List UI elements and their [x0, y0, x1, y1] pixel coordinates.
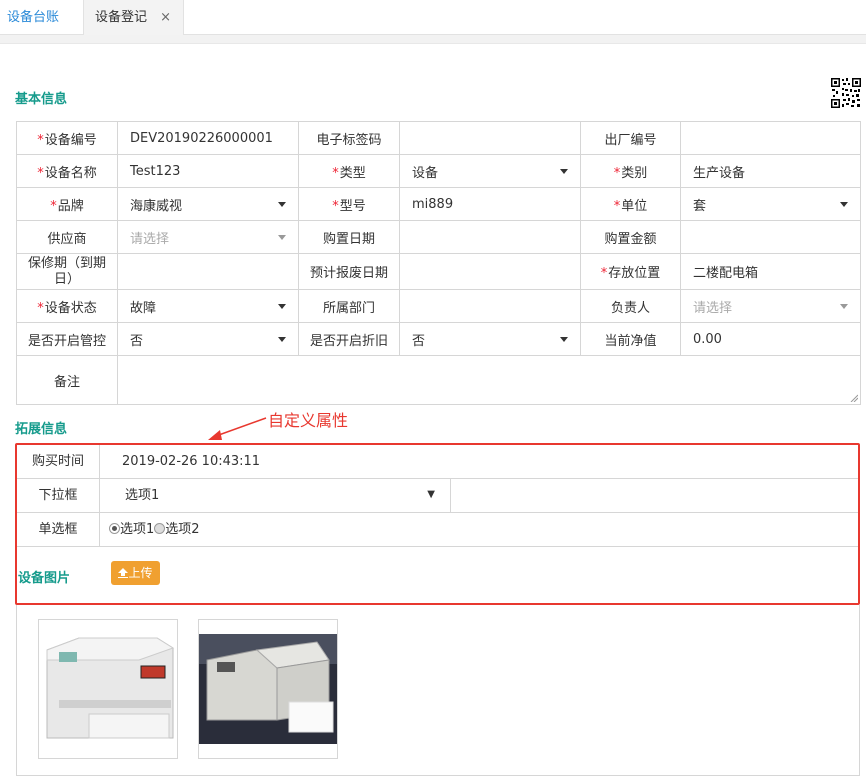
category-field[interactable]: 生产设备 [680, 154, 861, 188]
chevron-down-icon [560, 337, 568, 342]
tab-content-divider [0, 35, 866, 44]
table-row: 是否开启管控 否 是否开启折旧 否 当前净值 0.00 [16, 322, 861, 356]
printer-image [39, 620, 177, 758]
radio-label: 单选框 [17, 513, 100, 546]
image-label: 设备图片 [18, 571, 71, 586]
table-row: *设备名称 Test123 *类型 设备 *类别 生产设备 [16, 154, 861, 188]
qr-code-icon[interactable] [830, 77, 862, 109]
rfid-label: 电子标签码 [298, 121, 400, 155]
owner-label: 负责人 [580, 289, 681, 323]
resize-handle-icon[interactable] [850, 394, 858, 402]
brand-label: *品牌 [16, 187, 118, 221]
warranty-label: 保修期（到期日） [16, 253, 118, 290]
device-image-1[interactable] [38, 619, 178, 759]
supplier-select[interactable]: 请选择 [117, 220, 299, 254]
upload-button[interactable]: 上传 [111, 561, 160, 585]
radio-icon[interactable] [109, 523, 120, 534]
table-row: *设备编号 DEV20190226000001 电子标签码 出厂编号 [16, 121, 861, 155]
scrap-date-label: 预计报废日期 [298, 253, 400, 290]
table-row: *品牌 海康威视 *型号 mi889 *单位 套 [16, 187, 861, 221]
asset-no-field[interactable]: DEV20190226000001 [117, 121, 299, 155]
section-title-extended: 拓展信息 [15, 422, 68, 437]
department-field[interactable] [399, 289, 581, 323]
net-value-field[interactable]: 0.00 [680, 322, 861, 356]
buy-time-field[interactable]: 2019-02-26 10:43:11 [122, 445, 260, 478]
purchase-date-label: 购置日期 [298, 220, 400, 254]
remark-label: 备注 [16, 355, 118, 405]
table-row: 保修期（到期日） 预计报废日期 *存放位置 二楼配电箱 [16, 253, 861, 290]
unit-select[interactable]: 套 [680, 187, 861, 221]
brand-select[interactable]: 海康威视 [117, 187, 299, 221]
purchase-amount-field[interactable] [680, 220, 861, 254]
owner-select[interactable]: 请选择 [680, 289, 861, 323]
upload-icon [118, 568, 129, 579]
annotation-arrow-icon [208, 417, 267, 440]
tab-asset-register-label: 设备登记 [95, 10, 148, 25]
tab-bar: 设备台账 设备登记 × [0, 0, 866, 36]
purchase-date-field[interactable] [399, 220, 581, 254]
warranty-field[interactable] [117, 253, 299, 290]
department-label: 所属部门 [298, 289, 400, 323]
factory-no-field[interactable] [680, 121, 861, 155]
radio-icon[interactable] [154, 523, 166, 534]
type-label: *类型 [298, 154, 400, 188]
basic-info-table: *设备编号 DEV20190226000001 电子标签码 出厂编号 *设备名称… [16, 121, 861, 405]
chevron-down-icon [278, 202, 286, 207]
status-select[interactable]: 故障 [117, 289, 299, 323]
name-label: *设备名称 [16, 154, 118, 188]
location-field[interactable]: 二楼配电箱 [680, 253, 861, 290]
table-row: 下拉框 选项1 ▼ [17, 479, 858, 513]
location-label: *存放位置 [580, 253, 681, 290]
status-label: *设备状态 [16, 289, 118, 323]
chevron-down-icon [560, 169, 568, 174]
section-title-basic: 基本信息 [15, 92, 68, 107]
image-gallery [16, 605, 860, 776]
extended-attributes-box: 购买时间 2019-02-26 10:43:11 下拉框 选项1 ▼ 单选框 选… [15, 443, 860, 605]
model-label: *型号 [298, 187, 400, 221]
radio-group: 选项1 选项2 [109, 513, 200, 546]
control-label: 是否开启管控 [16, 322, 118, 356]
chevron-down-icon [278, 337, 286, 342]
scrap-date-field[interactable] [399, 253, 581, 290]
chevron-down-icon [278, 304, 286, 309]
chevron-down-icon [840, 304, 848, 309]
dropdown-label: 下拉框 [17, 479, 100, 512]
type-select[interactable]: 设备 [399, 154, 581, 188]
unit-label: *单位 [580, 187, 681, 221]
close-icon[interactable]: × [160, 0, 171, 35]
remark-textarea[interactable] [117, 355, 861, 405]
dropdown-select[interactable]: 选项1 ▼ [100, 479, 451, 512]
purchase-amount-label: 购置金额 [580, 220, 681, 254]
supplier-label: 供应商 [16, 220, 118, 254]
name-field[interactable]: Test123 [117, 154, 299, 188]
chevron-down-icon [840, 202, 848, 207]
category-label: *类别 [580, 154, 681, 188]
device-image-2[interactable] [198, 619, 338, 759]
factory-no-label: 出厂编号 [580, 121, 681, 155]
asset-no-label: *设备编号 [16, 121, 118, 155]
table-row: 备注 [16, 355, 861, 405]
chevron-down-icon [278, 235, 286, 240]
control-select[interactable]: 否 [117, 322, 299, 356]
depreciation-select[interactable]: 否 [399, 322, 581, 356]
table-row: 供应商 请选择 购置日期 购置金额 [16, 220, 861, 254]
buy-time-label: 购买时间 [17, 445, 100, 478]
table-row: 单选框 选项1 选项2 [17, 513, 858, 547]
model-field[interactable]: mi889 [399, 187, 581, 221]
tab-asset-register[interactable]: 设备登记 × [83, 0, 184, 36]
table-row: *设备状态 故障 所属部门 负责人 请选择 [16, 289, 861, 323]
chevron-down-icon: ▼ [427, 489, 435, 500]
depreciation-label: 是否开启折旧 [298, 322, 400, 356]
rfid-field[interactable] [399, 121, 581, 155]
tab-asset-ledger[interactable]: 设备台账 [0, 0, 83, 35]
radio-option-1[interactable]: 选项1 [120, 522, 154, 537]
printer-photo-image [199, 620, 337, 758]
net-value-label: 当前净值 [580, 322, 681, 356]
annotation-label: 自定义属性 [268, 411, 349, 430]
table-row: 购买时间 2019-02-26 10:43:11 [17, 445, 858, 479]
radio-option-2[interactable]: 选项2 [165, 522, 199, 537]
